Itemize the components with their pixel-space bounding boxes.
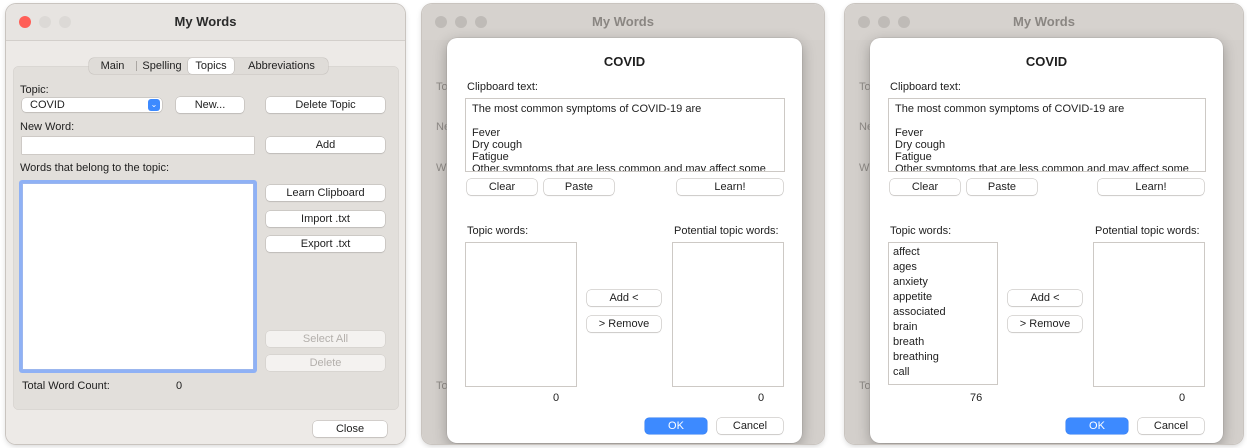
new-word-input[interactable] [22, 137, 254, 154]
clipboard-line: Fever [895, 127, 924, 139]
bg-fragment: W [436, 162, 447, 174]
clipboard-line: Fever [472, 127, 501, 139]
list-item[interactable]: appetite [889, 290, 997, 305]
title-bar: My Words [422, 4, 824, 41]
window-body: Main Spelling Topics Abbreviations Topic… [6, 41, 405, 444]
topic-select-value: COVID [30, 99, 65, 111]
covid-sheet: COVID Clipboard text: The most common sy… [870, 38, 1223, 443]
window-title: My Words [1013, 14, 1075, 29]
title-bar: My Words [6, 4, 405, 41]
topic-select[interactable]: COVID ⌄ [22, 98, 162, 112]
tab-topics[interactable]: Topics [188, 58, 234, 74]
list-item[interactable]: breath [889, 335, 997, 350]
covid-sheet: COVID Clipboard text: The most common sy… [447, 38, 802, 443]
add-to-topic-button[interactable]: Add < [1008, 290, 1082, 306]
clipboard-text-label: Clipboard text: [467, 81, 538, 93]
paste-button[interactable]: Paste [967, 179, 1037, 195]
clipboard-line [895, 115, 1199, 127]
bg-fragment: To [859, 380, 871, 392]
clipboard-line: The most common symptoms of COVID-19 are [895, 103, 1125, 115]
topic-label: Topic: [20, 84, 49, 96]
list-item[interactable]: care [889, 380, 997, 384]
cancel-button[interactable]: Cancel [717, 418, 783, 434]
topic-words-list[interactable]: affect ages anxiety appetite associated … [888, 242, 998, 385]
bg-fragment: To [436, 81, 448, 93]
remove-from-topic-button[interactable]: > Remove [587, 316, 661, 332]
sheet-title: COVID [1025, 54, 1068, 69]
delete-word-button[interactable]: Delete [266, 355, 385, 371]
delete-topic-button[interactable]: Delete Topic [266, 97, 385, 113]
clear-button[interactable]: Clear [467, 179, 537, 195]
my-words-window: My Words Main Spelling Topics Abbreviati… [6, 4, 405, 444]
total-word-count-value: 0 [176, 380, 183, 392]
clipboard-line: Dry cough [472, 139, 523, 151]
paste-button[interactable]: Paste [544, 179, 614, 195]
clipboard-text-area[interactable]: The most common symptoms of COVID-19 are… [888, 98, 1206, 172]
learn-button[interactable]: Learn! [1098, 179, 1204, 195]
add-word-button[interactable]: Add [266, 137, 385, 153]
sheet-title: COVID [603, 54, 646, 69]
window-title: My Words [592, 14, 654, 29]
my-words-window-3: My Words To Ne W To COVID Clipboard text… [845, 4, 1243, 444]
list-item[interactable]: anxiety [889, 275, 997, 290]
clipboard-line: The most common symptoms of COVID-19 are [472, 103, 702, 115]
topic-word-count: 76 [970, 392, 983, 404]
potential-topic-words-label: Potential topic words: [1095, 225, 1200, 237]
clipboard-line: Other symptoms that are less common and … [472, 163, 766, 172]
clipboard-line: Fatigue [895, 151, 932, 163]
list-item[interactable]: affect [889, 245, 997, 260]
tab-abbreviations[interactable]: Abbreviations [235, 58, 328, 74]
bg-fragment: To [859, 81, 871, 93]
new-word-label: New Word: [20, 121, 75, 133]
list-item[interactable]: ages [889, 260, 997, 275]
list-item[interactable]: associated [889, 305, 997, 320]
segmented-tabs: Main Spelling Topics Abbreviations [89, 58, 328, 74]
clipboard-line: Dry cough [895, 139, 946, 151]
words-list[interactable] [22, 183, 254, 370]
list-item[interactable]: call [889, 365, 997, 380]
ok-button[interactable]: OK [645, 418, 707, 434]
clipboard-text-label: Clipboard text: [890, 81, 961, 93]
learn-clipboard-button[interactable]: Learn Clipboard [266, 185, 385, 201]
import-txt-button[interactable]: Import .txt [266, 211, 385, 227]
select-all-button[interactable]: Select All [266, 331, 385, 347]
topic-word-count: 0 [553, 392, 560, 404]
ok-button[interactable]: OK [1066, 418, 1128, 434]
potential-word-count: 0 [1179, 392, 1186, 404]
potential-topic-words-label: Potential topic words: [674, 225, 779, 237]
clipboard-line: Fatigue [472, 151, 509, 163]
export-txt-button[interactable]: Export .txt [266, 236, 385, 252]
topic-words-list[interactable] [465, 242, 577, 387]
window-title: My Words [174, 14, 237, 29]
bg-fragment: To [436, 380, 448, 392]
words-list-label: Words that belong to the topic: [20, 162, 169, 174]
new-topic-button[interactable]: New... [176, 97, 244, 113]
cancel-button[interactable]: Cancel [1138, 418, 1204, 434]
tab-main[interactable]: Main [89, 58, 136, 74]
clear-button[interactable]: Clear [890, 179, 960, 195]
potential-topic-words-list[interactable] [1093, 242, 1205, 387]
title-bar: My Words [845, 4, 1243, 41]
list-item[interactable]: brain [889, 320, 997, 335]
clipboard-line: Other symptoms that are less common and … [895, 163, 1189, 172]
clipboard-line [472, 115, 778, 127]
list-item[interactable]: breathing [889, 350, 997, 365]
topic-words-label: Topic words: [890, 225, 952, 237]
bg-fragment: W [859, 162, 870, 174]
potential-word-count: 0 [758, 392, 765, 404]
potential-topic-words-list[interactable] [672, 242, 784, 387]
total-word-count-label: Total Word Count: [22, 380, 110, 392]
remove-from-topic-button[interactable]: > Remove [1008, 316, 1082, 332]
topic-words-label: Topic words: [467, 225, 529, 237]
clipboard-text-area[interactable]: The most common symptoms of COVID-19 are… [465, 98, 785, 172]
chevron-down-icon: ⌄ [148, 99, 160, 111]
close-button[interactable]: Close [313, 421, 387, 437]
add-to-topic-button[interactable]: Add < [587, 290, 661, 306]
learn-button[interactable]: Learn! [677, 179, 783, 195]
my-words-window-2: My Words To Ne W To COVID Clipboard text… [422, 4, 824, 444]
tab-spelling[interactable]: Spelling [137, 58, 187, 74]
